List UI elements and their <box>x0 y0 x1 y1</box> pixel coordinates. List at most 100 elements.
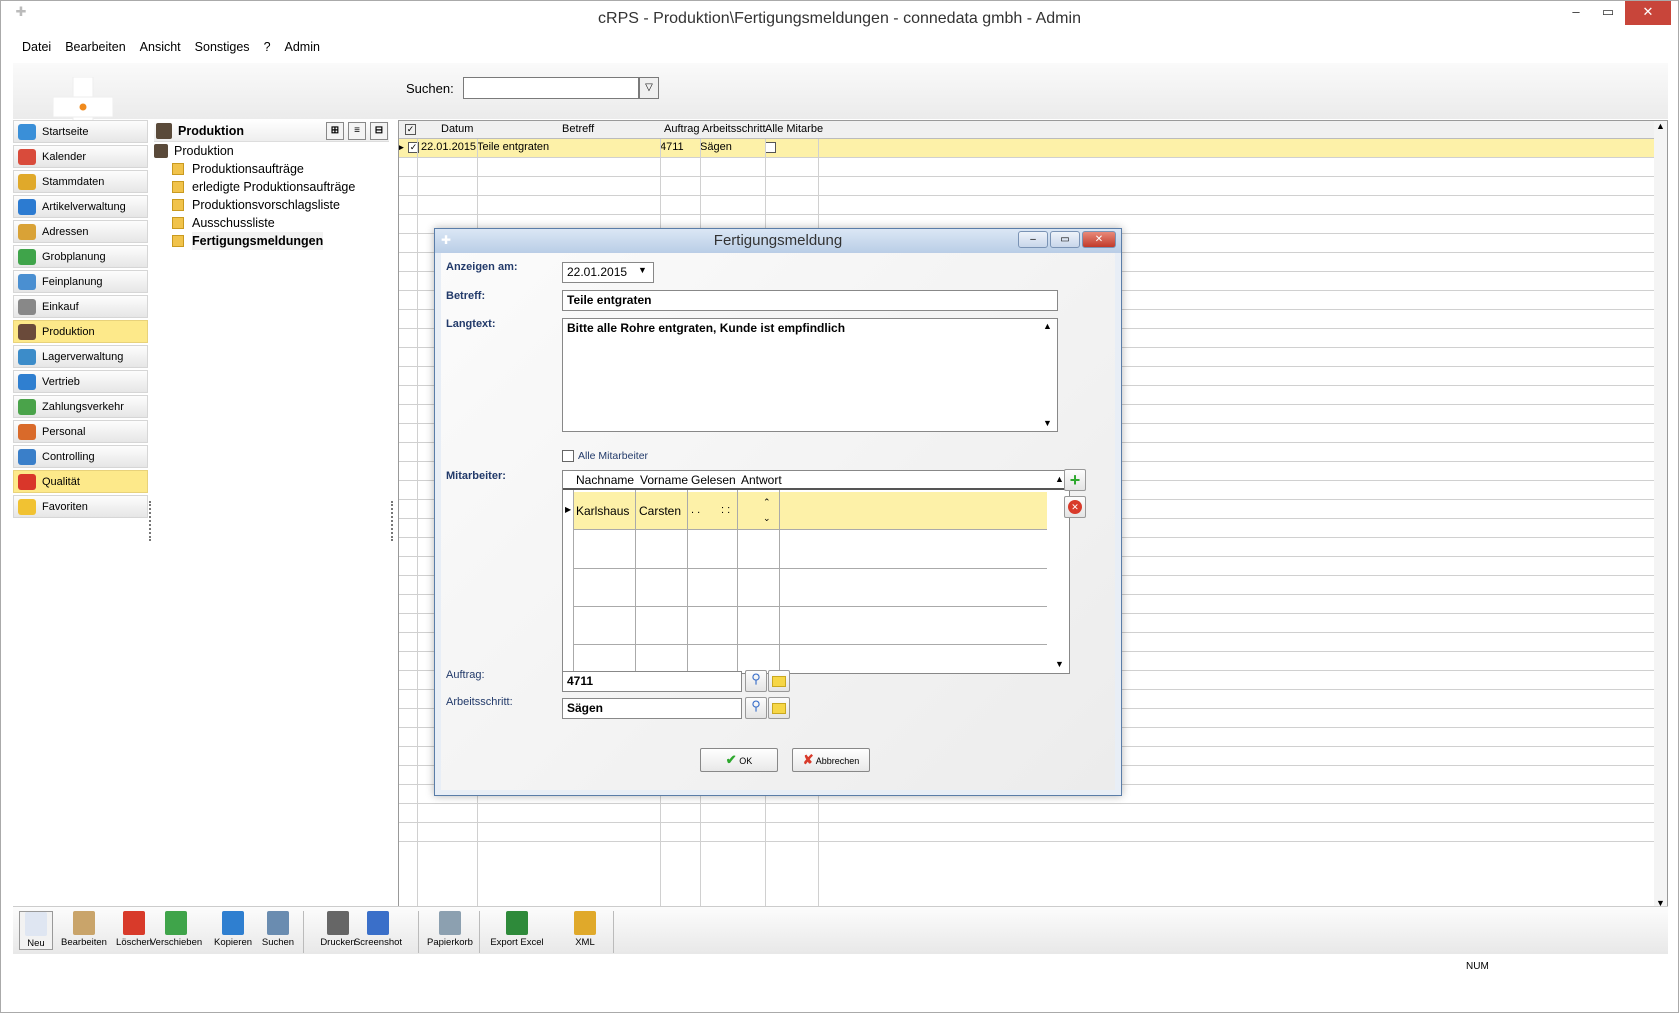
cancel-button[interactable]: ✘ Abbrechen <box>792 748 870 772</box>
sidebar-item[interactable]: Einkauf <box>13 295 148 318</box>
close-button[interactable]: ✕ <box>1625 1 1671 25</box>
tree-item[interactable]: Produktionsvorschlagsliste <box>154 196 389 214</box>
col-datum[interactable]: Datum <box>441 123 473 135</box>
col-betreff[interactable]: Betreff <box>562 123 594 135</box>
tree-item-label: Fertigungsmeldungen <box>192 232 324 250</box>
sidebar-item[interactable]: Adressen <box>13 220 148 243</box>
sidebar-item[interactable]: Grobplanung <box>13 245 148 268</box>
sidebar-item[interactable]: Personal <box>13 420 148 443</box>
edit-icon <box>73 911 95 935</box>
screenshot-button[interactable]: Screenshot <box>351 911 405 948</box>
move-label: Verschieben <box>149 937 203 948</box>
menu-datei[interactable]: Datei <box>15 37 58 59</box>
menu-sonstiges[interactable]: Sonstiges <box>188 37 257 59</box>
dialog-close-button[interactable]: ✕ <box>1082 231 1116 248</box>
date-dropdown-icon[interactable]: ▼ <box>638 265 647 275</box>
header-check-icon[interactable]: ✓ <box>405 124 416 135</box>
maximize-button[interactable]: ▭ <box>1593 1 1623 25</box>
alle-mitarbeiter-checkbox[interactable] <box>562 450 574 462</box>
sidebar-item[interactable]: Qualität <box>13 470 148 493</box>
tree-item[interactable]: Ausschussliste <box>154 214 389 232</box>
mg-scroll-down-icon[interactable]: ▼ <box>1055 659 1064 669</box>
database-icon <box>18 173 36 190</box>
mg-col-line <box>779 490 780 673</box>
grid-vertical-scrollbar[interactable]: ▲ ▼ <box>1654 121 1667 924</box>
sidebar-item[interactable]: Zahlungsverkehr <box>13 395 148 418</box>
remove-mitarbeiter-button[interactable]: ✕ <box>1064 496 1086 518</box>
menu-admin[interactable]: Admin <box>278 37 327 59</box>
sidebar-item[interactable]: Controlling <box>13 445 148 468</box>
mitarbeiter-label: Mitarbeiter: <box>446 470 506 482</box>
arbeitsschritt-open-button[interactable] <box>768 697 790 719</box>
betreff-field[interactable]: Teile entgraten <box>562 290 1058 311</box>
col-alle-mitarbeiter[interactable]: Alle Mitarbe <box>765 123 823 135</box>
mg-cell-spinner-icon[interactable]: ⌃ ⌄ <box>763 494 771 526</box>
chart-detail-icon <box>18 273 36 290</box>
sidebar-item[interactable]: Vertrieb <box>13 370 148 393</box>
splitter-grip-2[interactable] <box>391 501 393 541</box>
mitarbeiter-grid-header: Nachname Vorname Gelesen Antwort <box>563 471 1069 490</box>
sidebar-item[interactable]: Startseite <box>13 120 148 143</box>
search-input[interactable] <box>463 77 639 99</box>
xml-button[interactable]: XML <box>558 911 612 948</box>
export-excel-button[interactable]: Export Excel <box>490 911 544 948</box>
auftrag-search-button[interactable]: ⚲ <box>745 670 767 692</box>
tree-item[interactable]: erledigte Produktionsaufträge <box>154 178 389 196</box>
new-button[interactable]: Neu <box>19 911 53 950</box>
menu-help[interactable]: ? <box>257 37 278 59</box>
award-icon <box>18 473 36 490</box>
mg-col-gelesen[interactable]: Gelesen <box>691 473 736 487</box>
menu-bearbeiten[interactable]: Bearbeiten <box>58 37 132 59</box>
mg-cell-antwort: : : <box>721 504 731 516</box>
cross-icon: ✘ <box>802 752 814 767</box>
sidebar-item[interactable]: Produktion <box>13 320 148 343</box>
langtext-scroll-down-icon[interactable]: ▼ <box>1043 418 1052 428</box>
move-button[interactable]: Verschieben <box>149 911 203 948</box>
toolbar-separator <box>303 911 304 953</box>
langtext-field[interactable]: Bitte alle Rohre entgraten, Kunde ist em… <box>562 318 1058 432</box>
table-row[interactable]: ▶ ✓ 22.01.2015 Teile entgraten 4711 Säge… <box>399 139 1657 158</box>
table-row <box>399 823 1657 842</box>
arbeitsschritt-search-button[interactable]: ⚲ <box>745 697 767 719</box>
tree-list-icon[interactable]: ≡ <box>348 122 366 140</box>
ok-button[interactable]: ✔ OK <box>700 748 778 772</box>
recycle-bin-button[interactable]: Papierkorb <box>423 911 477 948</box>
col-auftrag[interactable]: Auftrag <box>664 123 699 135</box>
mg-scroll-up-icon[interactable]: ▲ <box>1055 474 1064 484</box>
arbeitsschritt-field[interactable]: Sägen <box>562 698 742 719</box>
langtext-scroll-up-icon[interactable]: ▲ <box>1043 321 1052 331</box>
search-button[interactable]: Suchen <box>251 911 305 948</box>
mg-col-vorname[interactable]: Vorname <box>640 473 688 487</box>
sidebar-item-label: Lagerverwaltung <box>42 350 124 363</box>
sidebar-item[interactable]: Feinplanung <box>13 270 148 293</box>
edit-button[interactable]: Bearbeiten <box>57 911 111 948</box>
cell-alle-checkbox[interactable] <box>765 142 776 153</box>
xml-label: XML <box>575 937 595 948</box>
sidebar-item[interactable]: Lagerverwaltung <box>13 345 148 368</box>
tree-expand-icon[interactable]: ⊞ <box>326 122 344 140</box>
minimize-button[interactable]: ‒ <box>1561 1 1591 25</box>
auftrag-open-button[interactable] <box>768 670 790 692</box>
sidebar-item[interactable]: Artikelverwaltung <box>13 195 148 218</box>
dialog-restore-button[interactable]: ▭ <box>1050 231 1080 248</box>
add-mitarbeiter-button[interactable]: + <box>1064 469 1086 491</box>
star-icon <box>18 498 36 515</box>
search-filter-icon[interactable]: ▽ <box>639 77 659 99</box>
splitter-grip[interactable] <box>149 501 151 541</box>
sidebar-item[interactable]: Kalender <box>13 145 148 168</box>
tree-item[interactable]: Fertigungsmeldungen <box>154 232 389 250</box>
tree-collapse-icon[interactable]: ⊟ <box>370 122 388 140</box>
tree-item[interactable]: Produktionsaufträge <box>154 160 389 178</box>
menu-ansicht[interactable]: Ansicht <box>133 37 188 59</box>
sidebar-item[interactable]: Stammdaten <box>13 170 148 193</box>
scroll-up-icon[interactable]: ▲ <box>1654 121 1667 131</box>
mg-col-nachname[interactable]: Nachname <box>576 473 634 487</box>
new-label: Neu <box>27 938 45 949</box>
dialog-minimize-button[interactable]: ‒ <box>1018 231 1048 248</box>
sidebar-item[interactable]: Favoriten <box>13 495 148 518</box>
auftrag-field[interactable]: 4711 <box>562 671 742 692</box>
money-icon <box>18 398 36 415</box>
col-arbeitsschritt[interactable]: Arbeitsschritt <box>702 123 766 135</box>
tree-root[interactable]: Produktion <box>154 142 389 160</box>
mg-col-antwort[interactable]: Antwort <box>741 473 782 487</box>
